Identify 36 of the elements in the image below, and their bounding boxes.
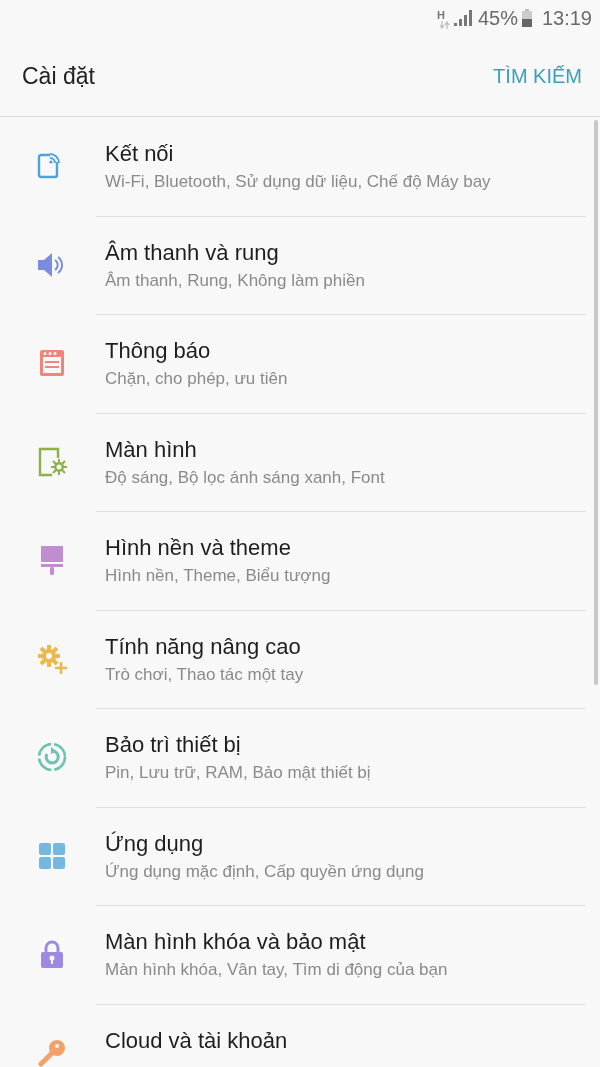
settings-item[interactable]: Kết nối Wi-Fi, Bluetooth, Sử dụng dữ liệu, Chế độ Máy bay bbox=[0, 117, 600, 216]
settings-item[interactable]: Màn hình khóa và bảo mật Màn hình khóa, Vân tay, Tìm di động của bạn bbox=[0, 905, 600, 1004]
item-title: Bảo trì thiết bị bbox=[105, 731, 242, 759]
battery-icon bbox=[521, 9, 532, 27]
page-title: Cài đặt bbox=[22, 62, 95, 90]
item-subtitle: Wi-Fi, Bluetooth, Sử dụng dữ liệu, Chế độ Máy bay bbox=[105, 171, 491, 193]
battery-percent: 45% bbox=[477, 6, 518, 30]
item-subtitle: Trò chơi, Thao tác một tay bbox=[105, 663, 304, 686]
settings-item[interactable]: Ứng dụng Ứng dụng mặc định, Cấp quyền ứng dụng bbox=[0, 806, 600, 905]
settings-item[interactable]: Tính năng nâng cao Trò chơi, Thao tác một tay bbox=[0, 609, 600, 708]
item-subtitle: Hình nền, Theme, Biểu tượng bbox=[105, 565, 331, 587]
item-subtitle: Chặn, cho phép, ưu tiên bbox=[105, 368, 288, 390]
item-title: Âm thanh và rung bbox=[105, 238, 280, 267]
item-title: Thông báo bbox=[105, 337, 212, 365]
settings-item[interactable]: Hình nền và theme Hình nền, Theme, Biểu tượng bbox=[0, 511, 600, 610]
data-arrows-icon bbox=[439, 21, 450, 29]
item-subtitle: Độ sáng, Bộ lọc ánh sáng xanh, Font bbox=[105, 466, 385, 489]
item-title: Tính năng nâng cao bbox=[105, 632, 302, 661]
network-type-label: H bbox=[436, 9, 445, 21]
settings-item[interactable]: Âm thanh và rung Âm thanh, Rung, Không làm phiền bbox=[0, 215, 600, 314]
item-subtitle: Ứng dụng mặc định, Cấp quyền ứng dụng bbox=[105, 860, 424, 883]
signal-icon bbox=[453, 10, 472, 26]
item-title: Màn hình khóa và bảo mật bbox=[105, 928, 367, 956]
item-title: Màn hình bbox=[105, 435, 198, 464]
settings-item[interactable]: Cloud và tài khoản bbox=[0, 1003, 600, 1067]
item-title: Cloud và tài khoản bbox=[105, 1026, 288, 1055]
settings-item[interactable]: Bảo trì thiết bị Pin, Lưu trữ, RAM, Bảo mật thiết bị bbox=[0, 708, 600, 807]
settings-item[interactable]: Thông báo Chặn, cho phép, ưu tiên bbox=[0, 314, 600, 413]
clock-time: 13:19 bbox=[541, 6, 592, 30]
item-title: Ứng dụng bbox=[105, 829, 205, 858]
item-title: Kết nối bbox=[105, 140, 175, 168]
item-subtitle: Màn hình khóa, Vân tay, Tìm di động của bạn bbox=[105, 959, 448, 981]
item-subtitle: Pin, Lưu trữ, RAM, Bảo mật thiết bị bbox=[105, 762, 371, 784]
item-subtitle: Âm thanh, Rung, Không làm phiền bbox=[105, 269, 365, 292]
item-title: Hình nền và theme bbox=[105, 534, 292, 562]
settings-item[interactable]: Màn hình Độ sáng, Bộ lọc ánh sáng xanh, Font bbox=[0, 412, 600, 511]
